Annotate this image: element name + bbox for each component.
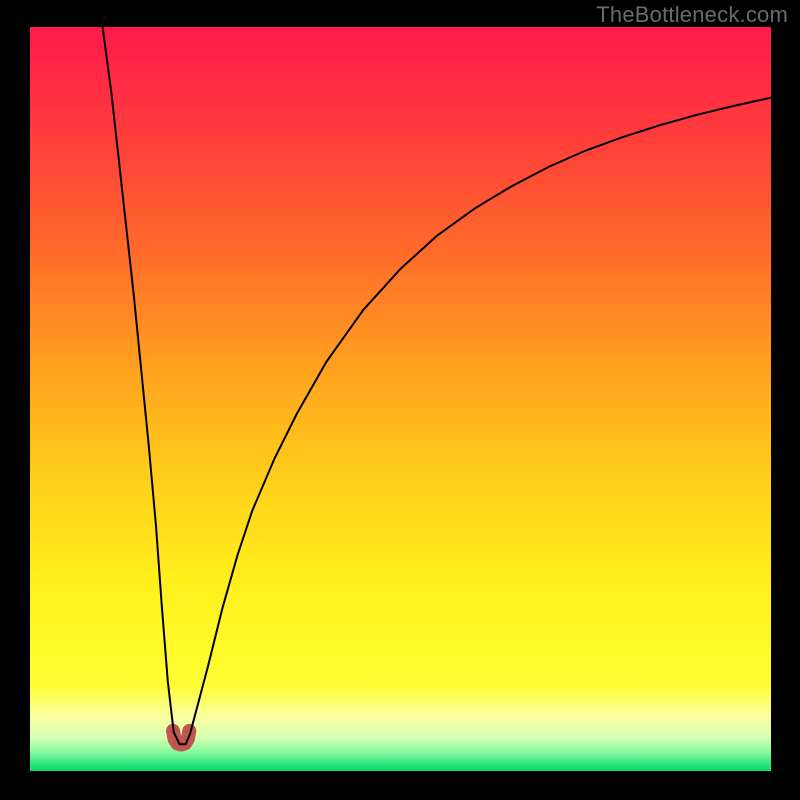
watermark-text: TheBottleneck.com [596, 2, 788, 28]
bottleneck-chart [0, 0, 800, 800]
plot-background [30, 27, 771, 771]
chart-frame: TheBottleneck.com [0, 0, 800, 800]
